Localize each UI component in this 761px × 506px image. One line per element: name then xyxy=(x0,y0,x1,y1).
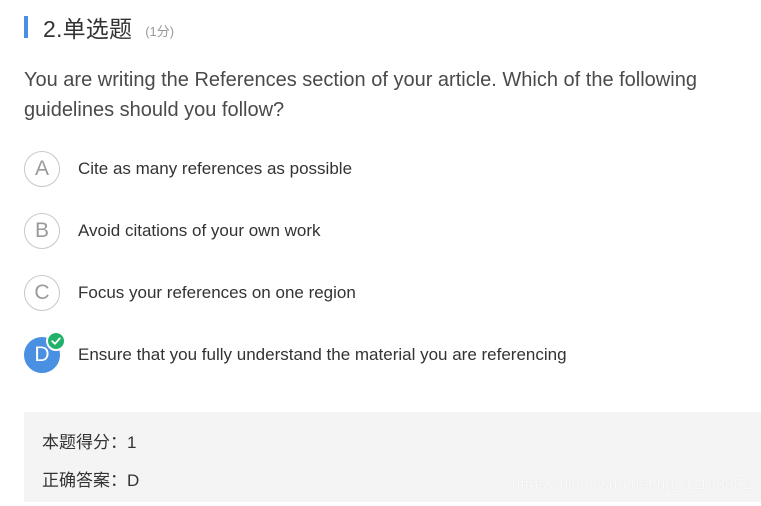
score-line: 本题得分：1 xyxy=(42,428,136,453)
result-panel: 本题得分：1 正确答案：D https://blog.csdn.net/qq_4… xyxy=(24,412,761,502)
option-b-letter[interactable]: B xyxy=(24,213,60,249)
check-icon xyxy=(46,331,66,351)
question-title: 2.单选题 xyxy=(43,16,133,42)
score-label: 本题得分： xyxy=(42,433,127,452)
option-c[interactable]: C Focus your references on one region xyxy=(24,274,744,312)
option-a[interactable]: A Cite as many references as possible xyxy=(24,150,744,188)
question-text: You are writing the References section o… xyxy=(24,69,697,121)
option-c-letter[interactable]: C xyxy=(24,275,60,311)
watermark: https://blog.csdn.net/qq_41158852 xyxy=(512,476,751,493)
question-header: 2.单选题 (1分) xyxy=(24,13,175,42)
answer-label: 正确答案： xyxy=(42,471,127,490)
question-accent-bar xyxy=(24,16,28,38)
option-a-letter[interactable]: A xyxy=(24,151,60,187)
answer-value: D xyxy=(127,471,140,490)
question-score: (1分) xyxy=(145,23,175,39)
option-b[interactable]: B Avoid citations of your own work xyxy=(24,212,744,250)
answer-line: 正确答案：D xyxy=(42,466,139,491)
option-d-text: Ensure that you fully understand the mat… xyxy=(78,345,567,364)
score-value: 1 xyxy=(127,433,137,452)
option-c-text: Focus your references on one region xyxy=(78,283,356,302)
option-b-text: Avoid citations of your own work xyxy=(78,221,321,240)
options-list: A Cite as many references as possible B … xyxy=(24,150,744,374)
option-d[interactable]: D Ensure that you fully understand the m… xyxy=(24,331,744,374)
option-a-text: Cite as many references as possible xyxy=(78,159,353,178)
option-d-letter[interactable]: D xyxy=(24,331,66,373)
